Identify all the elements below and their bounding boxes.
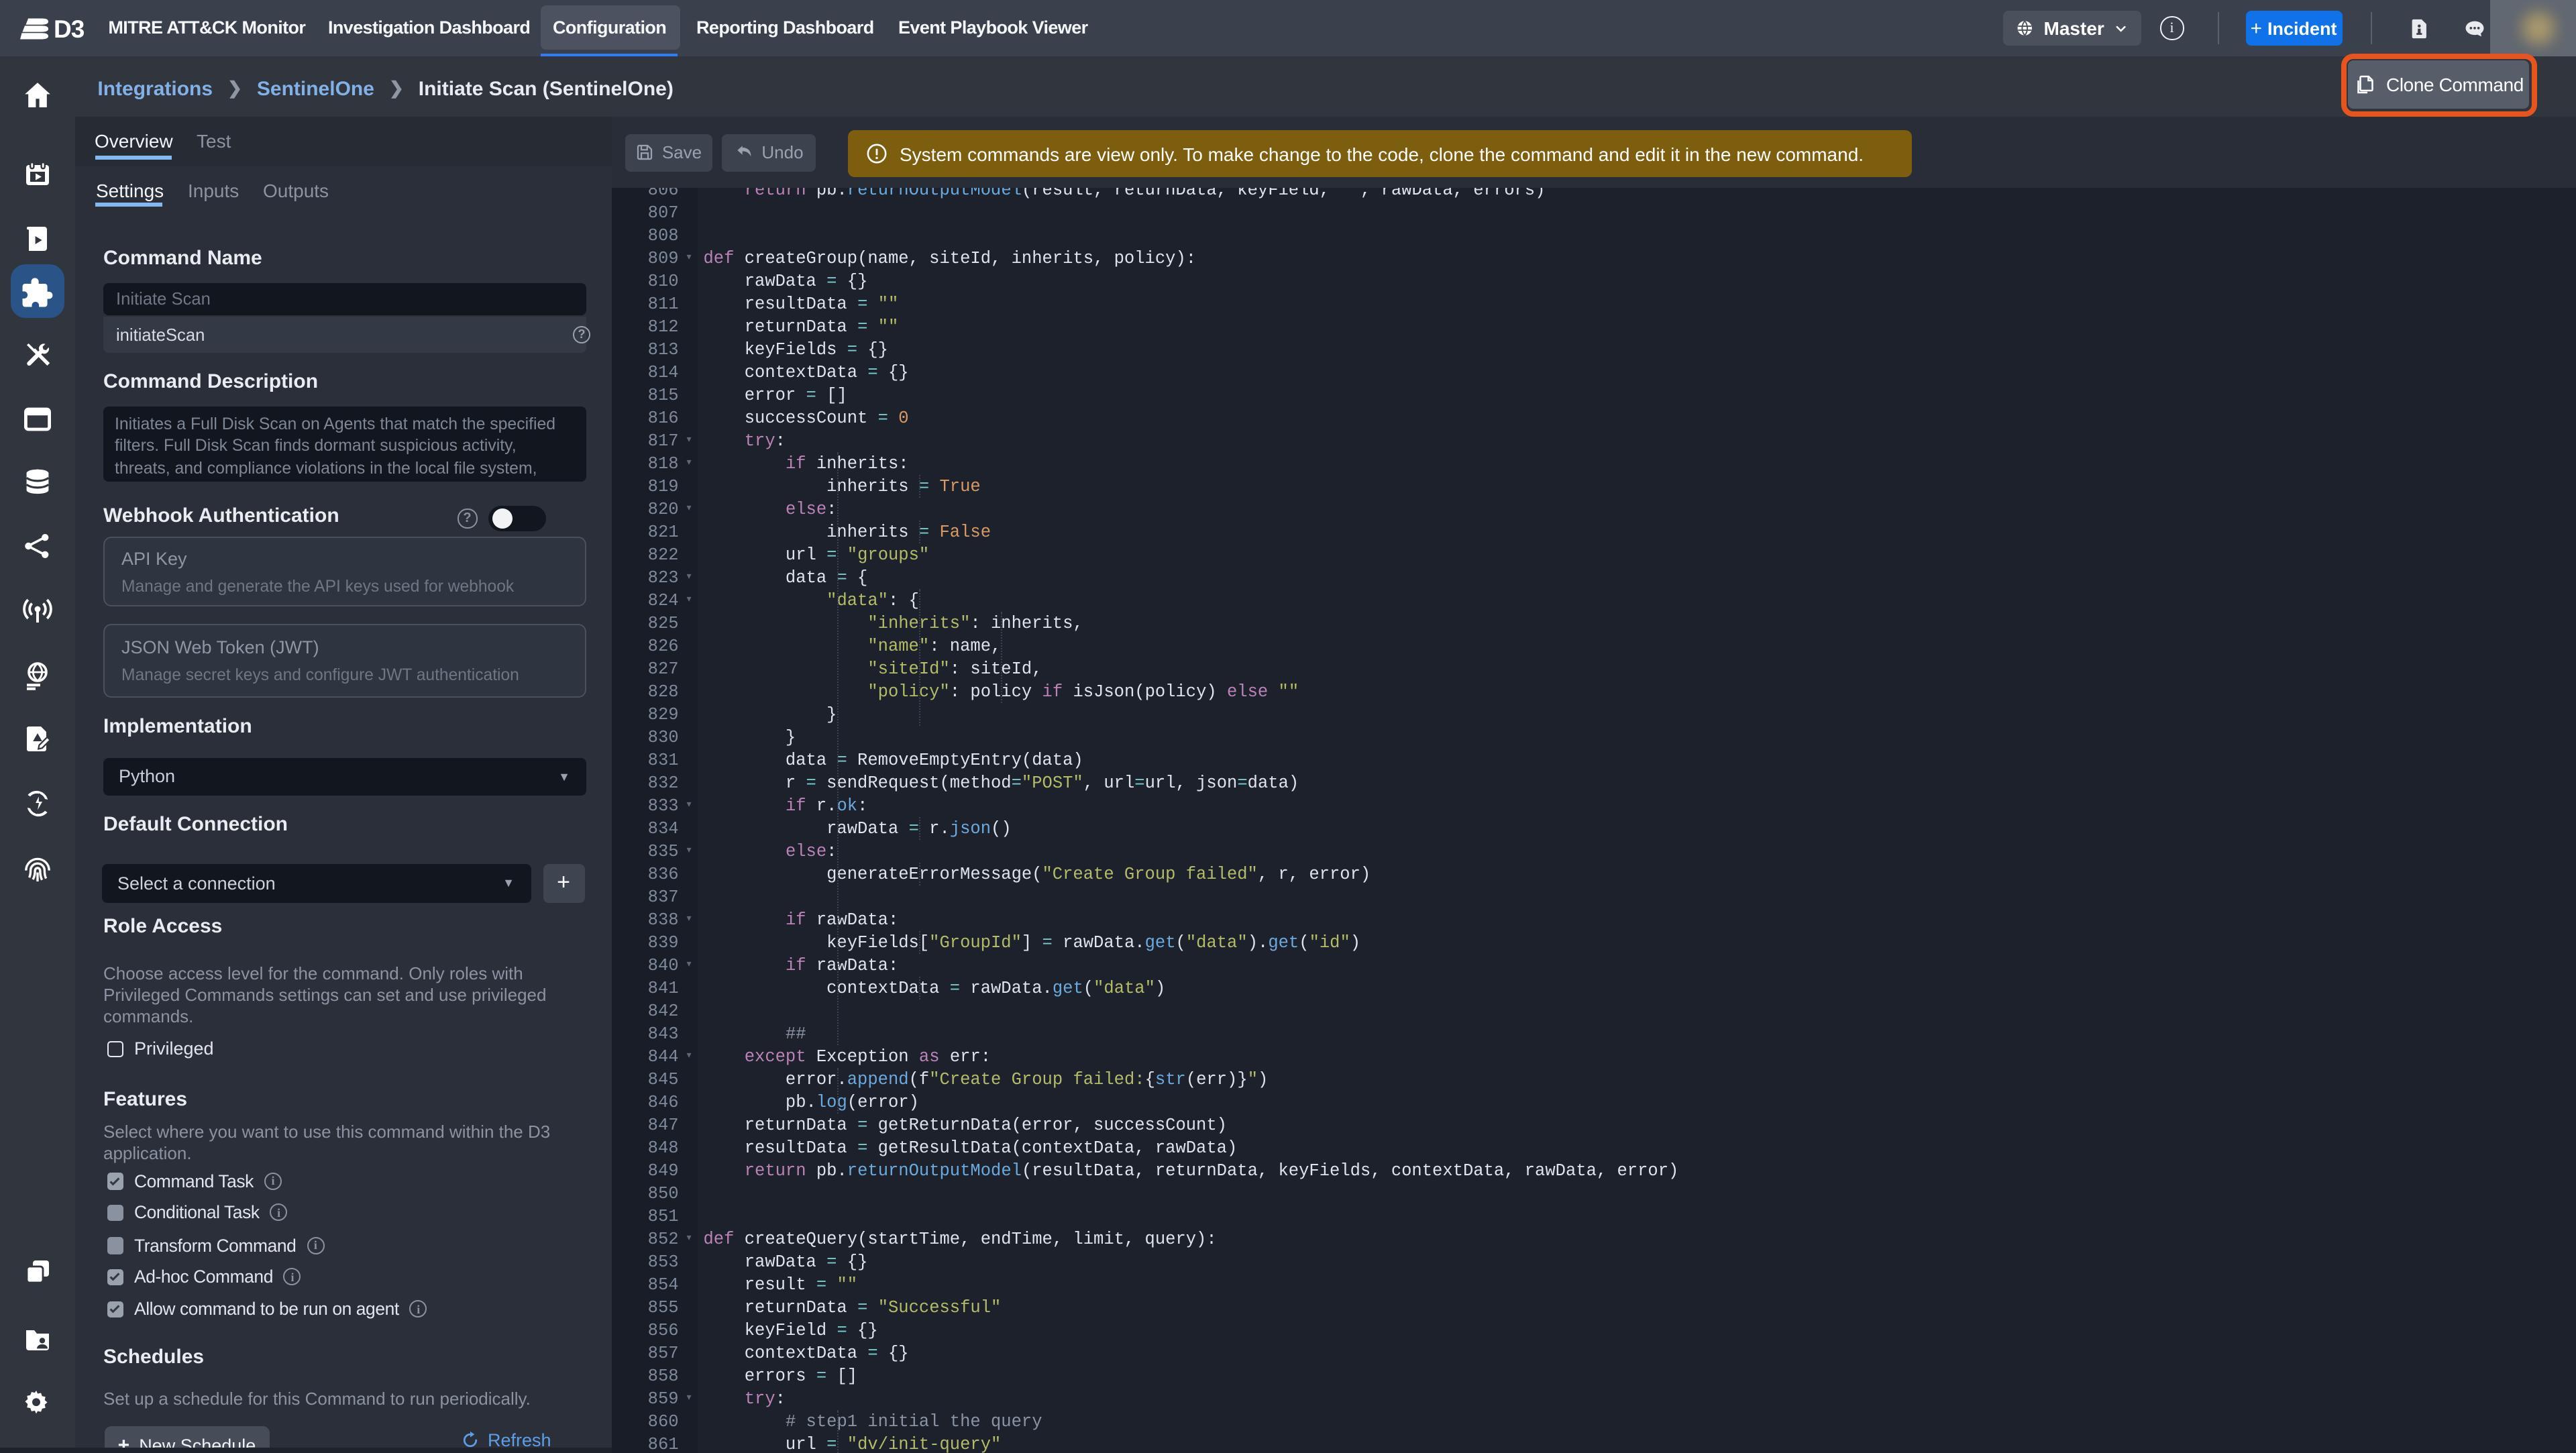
svg-text:D3: D3 — [54, 17, 85, 40]
